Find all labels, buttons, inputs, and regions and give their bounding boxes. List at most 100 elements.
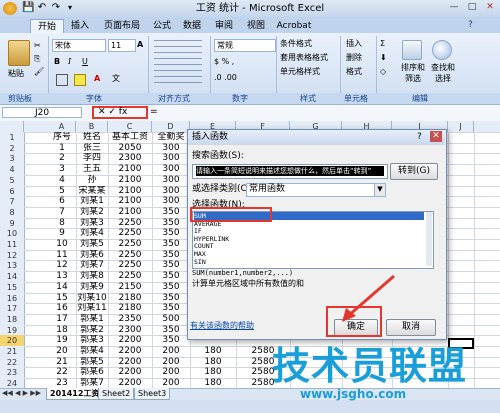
border-icon[interactable]: [56, 74, 68, 86]
tab-review[interactable]: 审阅: [210, 19, 238, 33]
table-cell[interactable]: 2200: [108, 335, 152, 346]
table-cell[interactable]: 郭某4: [76, 346, 108, 357]
table-cell[interactable]: 2150: [108, 282, 152, 293]
chevron-down-icon[interactable]: ▼: [374, 183, 386, 197]
row-number[interactable]: 14: [0, 271, 24, 282]
column-header-c[interactable]: C: [108, 121, 152, 132]
paste-icon[interactable]: [8, 40, 30, 66]
name-box[interactable]: J20: [2, 107, 82, 118]
table-cell[interactable]: 7: [48, 207, 76, 218]
conditional-format-button[interactable]: 条件格式: [280, 38, 312, 49]
table-cell[interactable]: 2100: [108, 175, 152, 186]
table-cell[interactable]: 300: [152, 175, 190, 186]
close-window-button[interactable]: ✕: [482, 1, 498, 14]
table-cell[interactable]: 刘某9: [76, 282, 108, 293]
table-cell[interactable]: 全勤奖: [152, 132, 190, 143]
alignment-buttons-icon[interactable]: [154, 40, 202, 84]
column-header-a[interactable]: A: [48, 121, 76, 132]
table-cell[interactable]: 350: [152, 335, 190, 346]
table-cell[interactable]: 180: [190, 367, 236, 378]
redo-icon[interactable]: ↷: [50, 2, 62, 14]
table-cell[interactable]: 500: [152, 314, 190, 325]
category-select[interactable]: 常用函数: [246, 183, 378, 197]
minimize-button[interactable]: —: [446, 1, 462, 14]
tab-home[interactable]: 开始: [30, 19, 64, 34]
table-cell[interactable]: 2250: [108, 271, 152, 282]
table-cell[interactable]: 刘某5: [76, 239, 108, 250]
search-input[interactable]: 请输入一条简短说明来描述您想做什么，然后单击“转到”: [196, 166, 384, 176]
dialog-help-icon[interactable]: ?: [417, 132, 422, 143]
table-cell[interactable]: 2300: [108, 153, 152, 164]
table-cell[interactable]: 14: [48, 282, 76, 293]
tab-insert[interactable]: 插入: [66, 19, 94, 33]
column-header-d[interactable]: D: [152, 121, 190, 132]
format-painter-icon[interactable]: 🖌: [34, 66, 44, 77]
row-number[interactable]: 17: [0, 303, 24, 314]
table-cell[interactable]: 350: [152, 239, 190, 250]
table-cell[interactable]: 序号: [48, 132, 76, 143]
find-select-icon[interactable]: [432, 40, 452, 60]
column-header-j[interactable]: J: [448, 121, 474, 132]
table-cell[interactable]: 350: [152, 282, 190, 293]
font-color-icon[interactable]: A: [94, 73, 100, 84]
number-format-select[interactable]: 常规: [214, 39, 276, 52]
sheet-nav-arrows[interactable]: ◀◀ ◀ ▶ ▶▶: [2, 388, 41, 399]
underline-icon[interactable]: U: [82, 56, 88, 67]
table-cell[interactable]: 6: [48, 196, 76, 207]
decimal-icon[interactable]: .0 .00: [214, 72, 237, 83]
fill-color-icon[interactable]: [74, 74, 86, 86]
fill-icon[interactable]: ⬇: [380, 52, 387, 63]
row-number[interactable]: 13: [0, 260, 24, 271]
table-cell[interactable]: 20: [48, 346, 76, 357]
table-cell[interactable]: 2200: [108, 367, 152, 378]
table-cell[interactable]: 300: [152, 153, 190, 164]
go-button[interactable]: 转到(G): [390, 163, 438, 180]
formula-input[interactable]: =: [150, 107, 158, 118]
table-cell[interactable]: 300: [152, 196, 190, 207]
row-number[interactable]: 7: [0, 196, 24, 207]
table-cell[interactable]: 3: [48, 164, 76, 175]
sort-filter-icon[interactable]: [402, 40, 422, 60]
table-cell[interactable]: 350: [152, 260, 190, 271]
table-cell[interactable]: 刘某4: [76, 228, 108, 239]
help-link[interactable]: 有关该函数的帮助: [190, 320, 254, 331]
font-size-select[interactable]: 11: [108, 39, 136, 52]
help-icon[interactable]: ?: [468, 20, 473, 30]
table-cell[interactable]: 2250: [108, 228, 152, 239]
table-cell[interactable]: 刘某1: [76, 196, 108, 207]
table-cell[interactable]: 2250: [108, 260, 152, 271]
table-cell[interactable]: 姓名: [76, 132, 108, 143]
table-cell[interactable]: 12: [48, 260, 76, 271]
find-select-button[interactable]: 查找和选择: [428, 62, 458, 84]
row-number[interactable]: 18: [0, 314, 24, 325]
table-cell[interactable]: 刘某2: [76, 207, 108, 218]
table-cell[interactable]: 2350: [108, 314, 152, 325]
row-number[interactable]: 10: [0, 228, 24, 239]
table-cell[interactable]: 2100: [108, 196, 152, 207]
tab-view[interactable]: 视图: [242, 19, 270, 33]
table-cell[interactable]: 郭某3: [76, 335, 108, 346]
column-header-b[interactable]: B: [76, 121, 108, 132]
table-cell[interactable]: 郭某1: [76, 314, 108, 325]
currency-icon[interactable]: $ % ,: [214, 56, 234, 67]
paste-label[interactable]: 粘贴: [8, 68, 24, 79]
table-cell[interactable]: 基本工资: [108, 132, 152, 143]
format-cells-button[interactable]: 格式: [346, 66, 362, 77]
table-cell[interactable]: 180: [190, 346, 236, 357]
table-cell[interactable]: 300: [152, 164, 190, 175]
sheet-tab-2[interactable]: Sheet2: [98, 388, 135, 400]
tab-data[interactable]: 数据: [178, 19, 206, 33]
table-cell[interactable]: 350: [152, 303, 190, 314]
italic-icon[interactable]: I: [68, 56, 71, 67]
clear-icon[interactable]: ◇: [380, 66, 386, 77]
table-cell[interactable]: 2180: [108, 303, 152, 314]
table-cell[interactable]: 22: [48, 367, 76, 378]
row-number[interactable]: 15: [0, 282, 24, 293]
row-number[interactable]: 8: [0, 207, 24, 218]
copy-icon[interactable]: ⎘: [34, 53, 40, 64]
table-cell[interactable]: 刘某7: [76, 260, 108, 271]
format-as-table-button[interactable]: 套用表格格式: [280, 52, 328, 63]
table-cell[interactable]: 200: [152, 346, 190, 357]
row-number[interactable]: 20: [0, 335, 24, 346]
maximize-button[interactable]: □: [464, 1, 480, 14]
